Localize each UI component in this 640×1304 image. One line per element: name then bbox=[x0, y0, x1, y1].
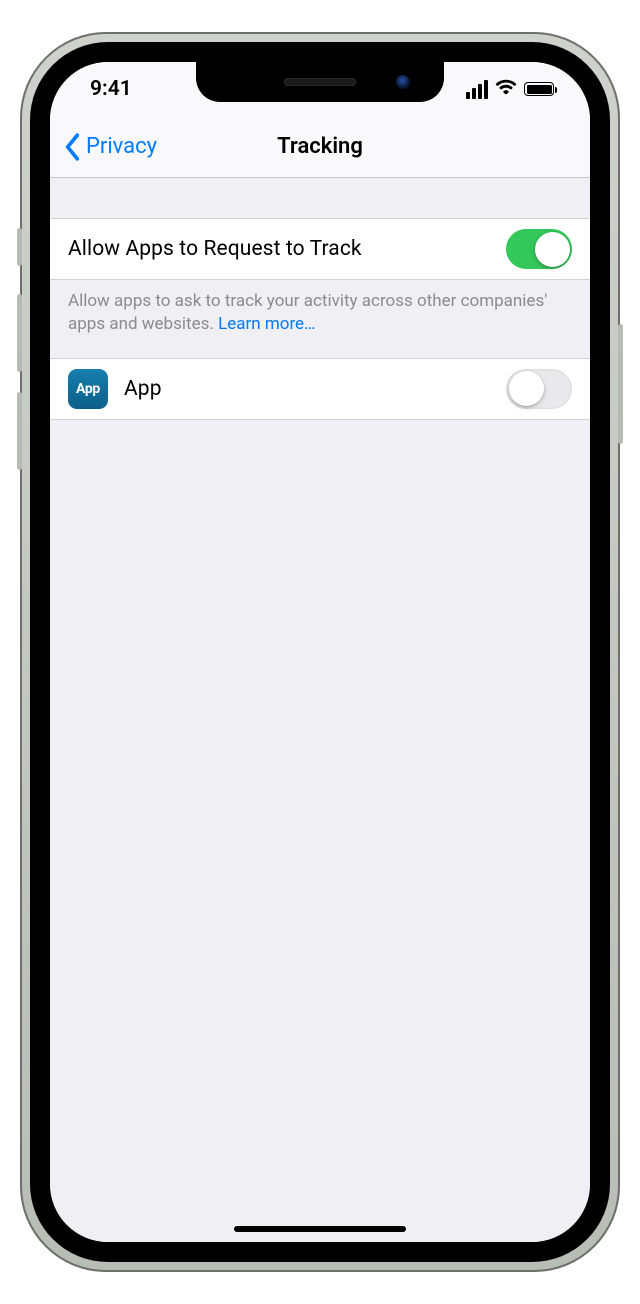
app-icon: App bbox=[68, 369, 108, 409]
page-title: Tracking bbox=[277, 134, 363, 159]
chevron-left-icon bbox=[62, 132, 84, 162]
speaker-grille bbox=[284, 78, 356, 86]
wifi-icon bbox=[495, 79, 517, 99]
notch bbox=[196, 62, 444, 102]
back-label: Privacy bbox=[86, 134, 157, 159]
back-button[interactable]: Privacy bbox=[54, 116, 165, 177]
physical-volume-down bbox=[17, 392, 22, 470]
allow-tracking-footer: Allow apps to ask to track your activity… bbox=[50, 280, 590, 358]
nav-bar: Privacy Tracking bbox=[50, 116, 590, 178]
app-tracking-switch[interactable] bbox=[506, 369, 572, 409]
screen: 9:41 Privacy bbox=[50, 62, 590, 1242]
physical-side-button bbox=[618, 324, 623, 444]
allow-tracking-label: Allow Apps to Request to Track bbox=[68, 237, 506, 261]
allow-tracking-cell: Allow Apps to Request to Track bbox=[50, 218, 590, 280]
phone-frame: 9:41 Privacy bbox=[20, 32, 620, 1272]
physical-mute-switch bbox=[17, 228, 22, 266]
status-time: 9:41 bbox=[78, 77, 132, 101]
settings-content[interactable]: Allow Apps to Request to Track Allow app… bbox=[50, 178, 590, 1242]
front-camera bbox=[396, 75, 410, 89]
learn-more-link[interactable]: Learn more… bbox=[218, 314, 315, 334]
physical-volume-up bbox=[17, 294, 22, 372]
battery-icon bbox=[524, 82, 554, 96]
app-name-label: App bbox=[124, 377, 490, 401]
status-icons bbox=[466, 79, 562, 99]
app-tracking-cell: App App bbox=[50, 358, 590, 420]
cellular-signal-icon bbox=[466, 80, 488, 99]
home-indicator[interactable] bbox=[234, 1226, 406, 1232]
allow-tracking-switch[interactable] bbox=[506, 229, 572, 269]
